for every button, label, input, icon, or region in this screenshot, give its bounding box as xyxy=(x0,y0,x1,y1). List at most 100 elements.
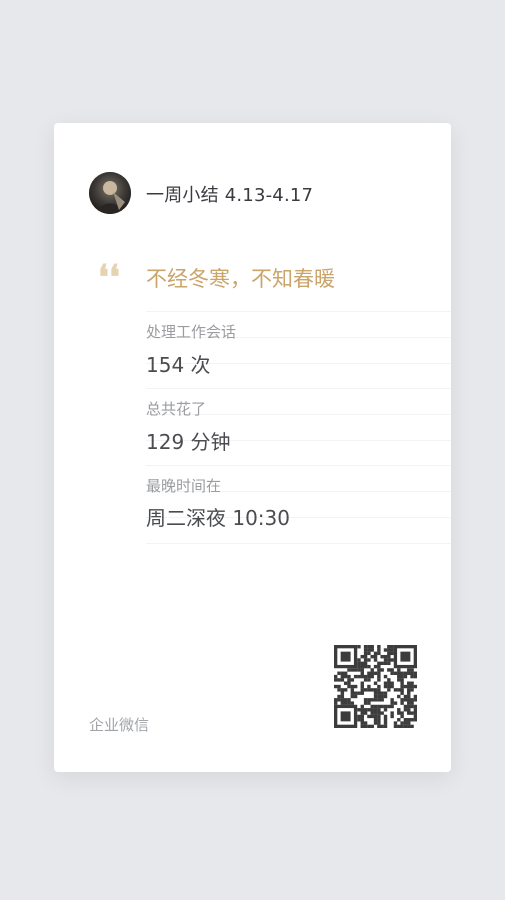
qr-module xyxy=(360,684,364,689)
qr-module xyxy=(367,664,371,669)
qr-module xyxy=(390,658,394,662)
qr-module xyxy=(410,724,414,728)
qr-module xyxy=(383,674,388,679)
qr-module xyxy=(410,681,414,685)
qr-module xyxy=(373,711,378,715)
qr-module xyxy=(367,648,371,652)
stat-value-time-spent: 129 分钟 xyxy=(146,430,231,454)
qr-code-icon[interactable] xyxy=(334,645,417,728)
qr-module xyxy=(347,684,351,689)
qr-module xyxy=(334,698,338,702)
qr-module xyxy=(337,671,341,675)
qr-module xyxy=(413,708,417,712)
qr-module xyxy=(383,658,388,662)
qr-module xyxy=(403,674,408,679)
qr-module xyxy=(357,691,361,695)
qr-module xyxy=(373,671,378,675)
qr-module xyxy=(347,681,351,685)
qr-module xyxy=(360,714,364,719)
qr-module xyxy=(413,718,417,722)
qr-module xyxy=(410,701,414,705)
qr-module xyxy=(403,694,408,699)
qr-module xyxy=(340,701,345,705)
qr-module xyxy=(373,704,378,709)
qr-module xyxy=(360,654,364,659)
qr-module xyxy=(407,694,411,699)
qr-module xyxy=(407,711,411,715)
qr-module xyxy=(367,698,371,702)
qr-code-graphic xyxy=(334,645,417,728)
qr-module xyxy=(403,704,408,709)
qr-module xyxy=(373,688,378,692)
qr-module xyxy=(377,678,381,682)
qr-module xyxy=(400,671,404,675)
qr-module xyxy=(390,671,394,675)
qr-module xyxy=(334,684,338,689)
stat-value-latest-time: 周二深夜 10:30 xyxy=(146,506,290,530)
qr-module xyxy=(357,708,361,712)
qr-module xyxy=(373,714,378,719)
qr-module xyxy=(393,688,398,692)
qr-module xyxy=(393,724,398,728)
rule-line xyxy=(146,543,451,544)
qr-module xyxy=(343,688,348,692)
qr-module xyxy=(407,691,411,695)
qr-module xyxy=(390,714,394,719)
qr-module xyxy=(347,701,351,705)
qr-module xyxy=(380,661,384,666)
qr-module xyxy=(377,691,381,695)
qr-module xyxy=(390,645,394,649)
qr-module xyxy=(397,718,401,722)
qr-module xyxy=(363,708,368,712)
qr-module xyxy=(350,678,355,682)
qr-module xyxy=(377,684,381,689)
qr-module xyxy=(353,674,358,679)
qr-module xyxy=(397,674,401,679)
qr-module xyxy=(393,721,398,725)
qr-module xyxy=(373,718,378,722)
qr-module xyxy=(367,688,371,692)
user-avatar[interactable] xyxy=(89,172,131,214)
qr-module xyxy=(393,671,398,675)
qr-module xyxy=(360,711,364,715)
qr-module xyxy=(370,654,374,659)
weekly-summary-card: 一周小结 4.13-4.17 ❛❛ 不经冬寒，不知春暖 处理工作会话 154 次… xyxy=(54,123,451,772)
qr-module xyxy=(377,711,381,715)
qr-module xyxy=(357,661,361,666)
qr-module xyxy=(397,724,401,728)
qr-module xyxy=(407,684,411,689)
qr-module xyxy=(360,668,364,672)
qr-module xyxy=(377,671,381,675)
qr-module xyxy=(370,704,374,709)
qr-module xyxy=(343,698,348,702)
qr-module xyxy=(367,671,371,675)
qr-module xyxy=(360,664,364,669)
qr-module xyxy=(400,678,404,682)
qr-module xyxy=(363,678,368,682)
headline-text: 不经冬寒，不知春暖 xyxy=(146,267,335,291)
qr-module xyxy=(413,714,417,719)
qr-module xyxy=(390,711,394,715)
qr-module xyxy=(343,681,348,685)
qr-module xyxy=(363,724,368,728)
qr-module xyxy=(403,698,408,702)
qr-module xyxy=(410,668,414,672)
stat-label-sessions: 处理工作会话 xyxy=(146,323,237,341)
qr-module xyxy=(377,714,381,719)
qr-module xyxy=(380,691,384,695)
qr-module xyxy=(337,694,341,699)
qr-module xyxy=(360,671,364,675)
qr-module xyxy=(407,671,411,675)
qr-module xyxy=(367,714,371,719)
qr-module xyxy=(340,694,345,699)
qr-module xyxy=(390,698,394,702)
qr-module xyxy=(400,691,404,695)
qr-module xyxy=(400,721,404,725)
qr-module xyxy=(353,691,358,695)
qr-module xyxy=(380,704,384,709)
qr-module xyxy=(370,711,374,715)
qr-module xyxy=(370,671,374,675)
qr-module xyxy=(334,701,338,705)
qr-module xyxy=(373,694,378,699)
qr-module xyxy=(340,691,345,695)
